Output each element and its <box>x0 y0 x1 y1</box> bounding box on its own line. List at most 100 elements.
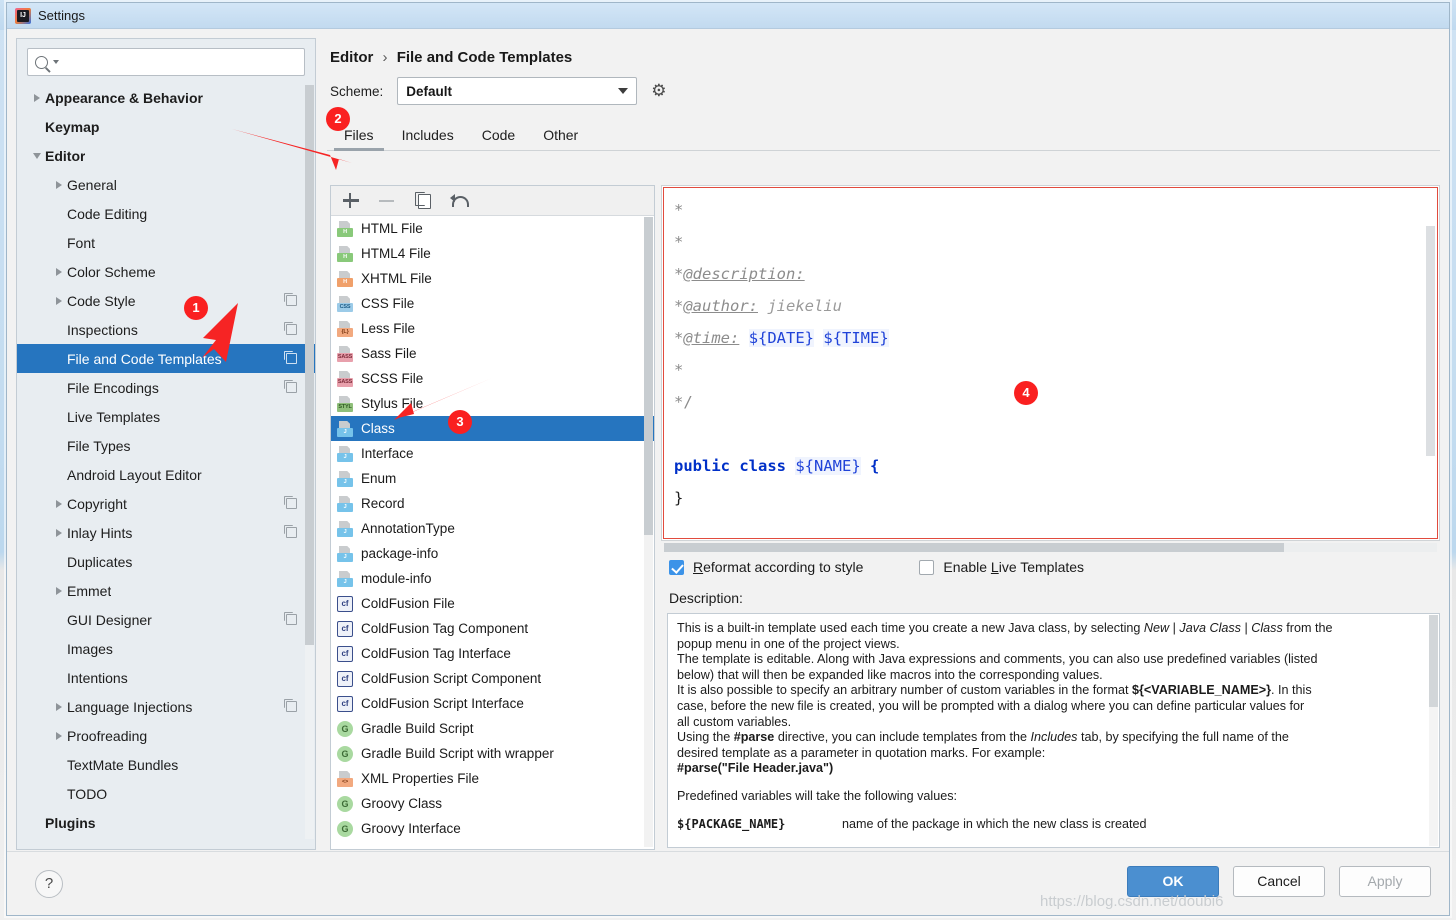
sidebar-item-color-scheme[interactable]: Color Scheme <box>17 257 315 286</box>
help-button[interactable]: ? <box>35 870 63 898</box>
template-code-editor[interactable]: * * *@description: *@author: jiekeliu *@time… <box>661 185 1440 552</box>
chevron-right-icon[interactable] <box>51 528 67 537</box>
sidebar-item-editor[interactable]: Editor <box>17 141 315 170</box>
sidebar-item-todo[interactable]: TODO <box>17 779 315 808</box>
template-list-item[interactable]: <> XML Properties File <box>331 766 654 791</box>
template-list-item[interactable]: Jmodule-info <box>331 566 654 591</box>
sidebar-item-textmate-bundles[interactable]: TextMate Bundles <box>17 750 315 779</box>
sidebar-item-font[interactable]: Font <box>17 228 315 257</box>
sidebar-scrollbar-thumb[interactable] <box>305 85 314 645</box>
templates-scrollbar-thumb[interactable] <box>644 217 653 535</box>
sidebar-item-label: Inlay Hints <box>67 524 133 541</box>
java-interface-icon: J <box>337 446 353 462</box>
sidebar-item-file-and-code-templates[interactable]: File and Code Templates <box>17 344 315 373</box>
template-list-item-label: XML Properties File <box>361 771 480 786</box>
apply-button[interactable]: Apply <box>1339 866 1431 897</box>
code-editor-hscrollbar[interactable] <box>664 543 1437 552</box>
reformat-checkbox[interactable] <box>669 559 684 575</box>
plus-icon[interactable] <box>341 191 360 210</box>
enable-live-templates-label[interactable]: Enable Live Templates <box>943 559 1084 575</box>
sidebar-item-code-editing[interactable]: Code Editing <box>17 199 315 228</box>
chevron-right-icon[interactable] <box>51 296 67 305</box>
template-list-item[interactable]: SASS Sass File <box>331 341 654 366</box>
sidebar-item-appearance-behavior[interactable]: Appearance & Behavior <box>17 83 315 112</box>
sidebar-item-intentions[interactable]: Intentions <box>17 663 315 692</box>
template-list-item[interactable]: SASS SCSS File <box>331 366 654 391</box>
sidebar-item-keymap[interactable]: Keymap <box>17 112 315 141</box>
code-editor-hscrollbar-thumb[interactable] <box>664 543 1284 552</box>
template-list-item[interactable]: J Enum <box>331 466 654 491</box>
template-list-item[interactable]: cf ColdFusion Tag Component <box>331 616 654 641</box>
chevron-right-icon[interactable] <box>29 93 45 102</box>
template-list-item[interactable]: G Groovy Class <box>331 791 654 816</box>
project-scope-icon <box>283 379 297 393</box>
search-box[interactable] <box>27 48 305 76</box>
sidebar-item-plugins[interactable]: Plugins <box>17 808 315 837</box>
template-code-text[interactable]: * * *@description: *@author: jiekeliu *@time… <box>674 194 1411 536</box>
breadcrumb-current: File and Code Templates <box>396 49 573 66</box>
sidebar-item-file-types[interactable]: File Types <box>17 431 315 460</box>
sidebar-item-code-style[interactable]: Code Style <box>17 286 315 315</box>
chevron-down-icon[interactable] <box>29 152 45 159</box>
template-list-item[interactable]: J Record <box>331 491 654 516</box>
code-editor-vscrollbar-thumb[interactable] <box>1426 226 1435 456</box>
desc-line-5: It is also possible to specify an arbitr… <box>677 683 1427 699</box>
chevron-right-icon[interactable] <box>51 267 67 276</box>
sidebar-item-android-layout-editor[interactable]: Android Layout Editor <box>17 460 315 489</box>
gear-icon[interactable]: ⚙ <box>651 81 671 101</box>
template-list-item[interactable]: G Gradle Build Script <box>331 716 654 741</box>
sidebar-item-file-encodings[interactable]: File Encodings <box>17 373 315 402</box>
sidebar-item-inspections[interactable]: Inspections <box>17 315 315 344</box>
chevron-right-icon[interactable] <box>51 702 67 711</box>
cancel-button[interactable]: Cancel <box>1233 866 1325 897</box>
sidebar-item-language-injections[interactable]: Language Injections <box>17 692 315 721</box>
tab-code[interactable]: Code <box>468 127 529 150</box>
description-scrollbar[interactable] <box>1429 615 1438 846</box>
sidebar-item-gui-designer[interactable]: GUI Designer <box>17 605 315 634</box>
sidebar-item-label: Copyright <box>67 495 127 512</box>
description-scrollbar-thumb[interactable] <box>1429 615 1438 707</box>
template-list-item-label: Gradle Build Script <box>361 721 474 736</box>
scheme-select[interactable]: Default <box>397 77 638 105</box>
sidebar-item-emmet[interactable]: Emmet <box>17 576 315 605</box>
template-list-item[interactable]: G Groovy Interface <box>331 816 654 841</box>
template-list-item[interactable]: CSS CSS File <box>331 291 654 316</box>
template-list-item[interactable]: {L} Less File <box>331 316 654 341</box>
template-list-item[interactable]: H XHTML File <box>331 266 654 291</box>
chevron-right-icon[interactable] <box>51 731 67 740</box>
sidebar-item-duplicates[interactable]: Duplicates <box>17 547 315 576</box>
template-list-item-label: Sass File <box>361 346 417 361</box>
chevron-right-icon[interactable] <box>51 586 67 595</box>
search-input[interactable] <box>59 53 297 71</box>
sidebar-item-images[interactable]: Images <box>17 634 315 663</box>
templates-scrollbar[interactable] <box>644 217 653 847</box>
reformat-checkbox-label[interactable]: Reformat according to style <box>693 559 863 575</box>
copy-icon[interactable] <box>413 191 432 210</box>
template-list-item[interactable]: J AnnotationType <box>331 516 654 541</box>
template-list-item[interactable]: STYL Stylus File <box>331 391 654 416</box>
template-list-item[interactable]: H HTML4 File <box>331 241 654 266</box>
chevron-right-icon[interactable] <box>51 180 67 189</box>
minus-icon[interactable] <box>377 191 396 210</box>
template-list-item[interactable]: Jpackage-info <box>331 541 654 566</box>
template-list-item[interactable]: J Interface <box>331 441 654 466</box>
sidebar-item-general[interactable]: General <box>17 170 315 199</box>
sidebar-item-inlay-hints[interactable]: Inlay Hints <box>17 518 315 547</box>
template-list-item[interactable]: G Gradle Build Script with wrapper <box>331 741 654 766</box>
sidebar-item-live-templates[interactable]: Live Templates <box>17 402 315 431</box>
template-list-item[interactable]: J Class <box>331 416 654 441</box>
template-list-item[interactable]: cf ColdFusion File <box>331 591 654 616</box>
template-list-item[interactable]: cf ColdFusion Script Interface <box>331 691 654 716</box>
template-list-item[interactable]: cf ColdFusion Tag Interface <box>331 641 654 666</box>
tab-other[interactable]: Other <box>529 127 592 150</box>
undo-icon[interactable] <box>449 191 469 210</box>
sidebar-item-copyright[interactable]: Copyright <box>17 489 315 518</box>
breadcrumb-parent[interactable]: Editor <box>330 49 373 66</box>
template-list-item[interactable]: cf ColdFusion Script Component <box>331 666 654 691</box>
tab-includes[interactable]: Includes <box>388 127 468 150</box>
template-list-item[interactable]: H HTML File <box>331 216 654 241</box>
sidebar-scrollbar[interactable] <box>305 85 314 839</box>
chevron-right-icon[interactable] <box>51 499 67 508</box>
enable-live-templates-checkbox[interactable] <box>919 559 935 575</box>
sidebar-item-proofreading[interactable]: Proofreading <box>17 721 315 750</box>
